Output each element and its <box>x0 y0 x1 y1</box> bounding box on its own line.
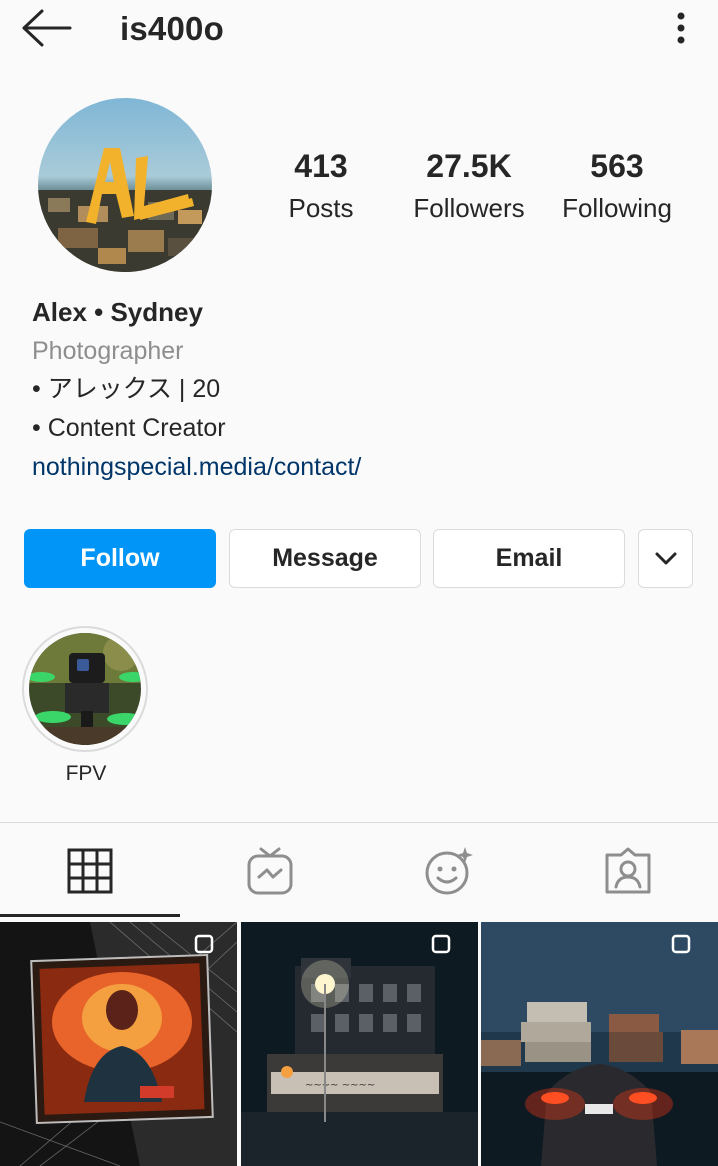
bio-line: • アレックス | 20 <box>32 375 221 403</box>
tagged-icon <box>605 847 651 894</box>
tab-tagged-photos[interactable] <box>538 823 718 919</box>
following-count-label: Following <box>562 193 672 223</box>
bio-line: • Content Creator <box>32 414 226 442</box>
posts-count-value: 413 <box>294 148 348 184</box>
arrow-left-icon <box>22 9 72 47</box>
svg-text:~~~~ ~~~~: ~~~~ ~~~~ <box>305 1080 375 1091</box>
profile-avatar[interactable] <box>38 98 212 272</box>
followers-count-label: Followers <box>413 193 525 223</box>
profile-website-link[interactable]: nothingspecial.media/contact/ <box>32 448 361 487</box>
highlight-ring <box>22 626 148 752</box>
tab-ar-effects[interactable] <box>359 823 539 919</box>
profile-bio: Alex • Sydney Photographer • アレックス | 20 … <box>32 294 692 487</box>
profile-category: Photographer <box>32 337 184 365</box>
follow-button[interactable]: Follow <box>24 529 216 588</box>
following-count-value: 563 <box>590 148 644 184</box>
more-vertical-icon <box>677 12 685 44</box>
posts-count[interactable]: 413 Posts <box>246 148 396 224</box>
tab-igtv[interactable] <box>180 823 360 919</box>
tab-posts-grid[interactable] <box>0 823 180 919</box>
story-highlight-fpv[interactable]: FPV <box>22 626 150 786</box>
post-thumbnail[interactable] <box>0 922 237 1166</box>
active-tab-indicator <box>0 914 180 917</box>
options-menu-button[interactable] <box>666 8 696 48</box>
suggested-accounts-button[interactable] <box>638 529 693 588</box>
post-thumbnail[interactable]: ~~~~ ~~~~ <box>241 922 478 1166</box>
profile-name: Alex • Sydney <box>32 297 203 327</box>
message-button[interactable]: Message <box>229 529 421 588</box>
posts-count-label: Posts <box>288 193 354 223</box>
back-button[interactable] <box>18 8 74 48</box>
post-thumbnail[interactable] <box>481 922 718 1166</box>
highlight-cover <box>29 633 141 745</box>
chevron-down-icon <box>655 552 676 564</box>
grid-icon <box>67 848 113 894</box>
email-button[interactable]: Email <box>433 529 625 588</box>
igtv-icon <box>247 847 293 895</box>
followers-count-value: 27.5K <box>426 148 512 184</box>
following-count[interactable]: 563 Following <box>542 148 692 224</box>
followers-count[interactable]: 27.5K Followers <box>394 148 544 224</box>
effects-icon <box>425 847 473 895</box>
top-bar: is400o <box>0 0 718 62</box>
profile-username: is400o <box>120 10 224 47</box>
highlight-label: FPV <box>65 762 107 785</box>
